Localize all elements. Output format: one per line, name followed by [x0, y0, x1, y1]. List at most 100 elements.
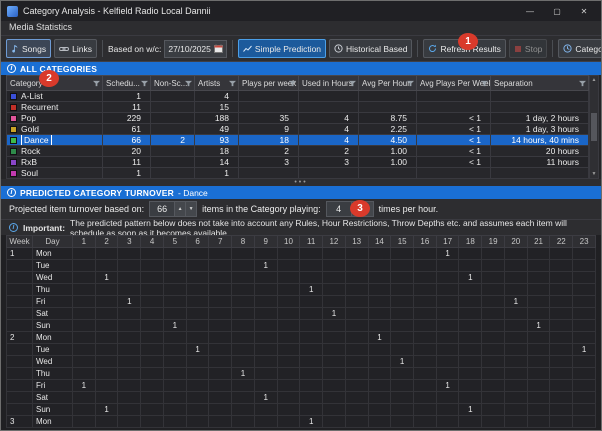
turnover-cell — [162, 355, 187, 368]
filter-icon[interactable] — [185, 80, 192, 87]
cell-avg_plays_per_week: < 1 — [416, 134, 491, 146]
turnover-label-after: times per hour. — [378, 204, 439, 214]
scroll-down-icon[interactable]: ▼ — [592, 171, 597, 177]
turnover-cell — [503, 343, 528, 356]
turnover-cell — [367, 403, 392, 416]
turnover-cell — [572, 259, 596, 272]
links-toggle-button[interactable]: Links — [54, 39, 97, 58]
turnover-cell — [435, 343, 460, 356]
scroll-up-icon[interactable]: ▲ — [592, 77, 597, 83]
category-row-gold[interactable]: Gold 61 49 9 4 2.25 < 11 day, 3 hours — [6, 123, 589, 135]
toolbar-separator — [101, 40, 103, 57]
simple-prediction-button[interactable]: Simple Prediction — [237, 39, 327, 58]
filter-icon[interactable] — [407, 80, 414, 87]
filter-icon[interactable] — [481, 80, 488, 87]
filter-icon[interactable] — [141, 80, 148, 87]
turnover-cell — [253, 343, 278, 356]
column-header-schedu[interactable]: Schedu... — [102, 75, 151, 91]
turnover-cell — [413, 343, 437, 356]
column-header-separation[interactable]: Separation — [490, 75, 589, 91]
turnover-cell — [458, 307, 483, 320]
turnover-cell — [413, 319, 437, 332]
turnover-cell — [140, 403, 164, 416]
turnover-cell — [185, 247, 210, 260]
filter-icon[interactable] — [349, 80, 356, 87]
column-header-artists[interactable]: Artists — [194, 75, 239, 91]
links-label: Links — [72, 43, 92, 54]
minimize-button[interactable]: — — [519, 7, 541, 16]
turnover-cell — [231, 415, 255, 428]
items-count-spinner[interactable]: 66 ▲ ▼ — [149, 201, 198, 217]
turnover-cell — [481, 355, 505, 368]
column-header-plays-per-week[interactable]: Plays per week — [238, 75, 299, 91]
maximize-button[interactable]: ▢ — [546, 7, 568, 16]
grid-column-hour-4: 4 — [140, 235, 164, 248]
day-cell: Sat — [32, 307, 73, 320]
turnover-cell — [367, 295, 392, 308]
spin-down-icon[interactable]: ▼ — [185, 202, 197, 216]
turnover-cell — [117, 307, 142, 320]
items-count-value[interactable]: 66 — [150, 202, 174, 216]
turnover-cell — [276, 403, 301, 416]
column-header-used-in-hours[interactable]: Used in Hours — [298, 75, 359, 91]
category-row-dance[interactable]: Dance 66 2 93 18 4 4.50 < 1 14 hours, 40 mins — [6, 134, 589, 146]
day-cell: Fri — [32, 295, 73, 308]
category-row-rock[interactable]: Rock 20 18 2 2 1.00 < 1 20 hours — [6, 145, 589, 157]
filter-icon[interactable] — [93, 80, 100, 87]
category-row-rxb[interactable]: RxB 11 14 3 3 1.00 < 1 11 hours — [6, 156, 589, 168]
category-color-swatch — [10, 137, 17, 144]
turnover-cell — [231, 271, 255, 284]
turnover-cell — [117, 379, 142, 392]
songs-toggle-button[interactable]: Songs — [6, 39, 52, 58]
historical-based-button[interactable]: Historical Based — [329, 39, 413, 58]
category-color-swatch — [10, 93, 17, 100]
cell-avg_plays_per_week: < 1 — [416, 112, 491, 124]
week-commencing-date-picker[interactable]: 27/10/2025 — [164, 39, 227, 58]
turnover-cell — [253, 331, 278, 344]
close-button[interactable]: ✕ — [573, 7, 595, 16]
grid-column-hour-23: 23 — [572, 235, 596, 248]
column-header-avg-per-hour[interactable]: Avg Per Hour — [358, 75, 417, 91]
turnover-cell — [549, 355, 574, 368]
turnover-cell — [458, 295, 483, 308]
turnover-cell — [140, 247, 164, 260]
turnover-cell — [208, 355, 233, 368]
turnover-cell — [162, 403, 187, 416]
category-name-cell: Soul — [6, 167, 103, 179]
grid-column-hour-14: 14 — [367, 235, 392, 248]
times-per-hour-value[interactable]: 4 — [327, 202, 351, 216]
week-cell — [6, 367, 33, 380]
turnover-cell — [344, 355, 369, 368]
grid-column-hour-6: 6 — [185, 235, 210, 248]
turnover-cell — [185, 307, 210, 320]
turnover-cell — [526, 295, 551, 308]
turnover-cell — [208, 295, 233, 308]
category-row-recurrent[interactable]: Recurrent 11 15 — [6, 101, 589, 113]
turnover-cell — [344, 307, 369, 320]
turnover-cell — [458, 391, 483, 404]
vertical-scrollbar[interactable]: ▲ ▼ — [589, 75, 599, 179]
turnover-cell — [253, 379, 278, 392]
grid-column-hour-7: 7 — [208, 235, 233, 248]
turnover-cell — [572, 283, 596, 296]
menu-media-statistics[interactable]: Media Statistics — [9, 22, 72, 32]
filter-icon[interactable] — [579, 80, 586, 87]
turnover-cell — [481, 319, 505, 332]
turnover-cell — [549, 379, 574, 392]
category-row-soul[interactable]: Soul 1 1 — [6, 167, 589, 179]
spin-up-icon[interactable]: ▲ — [174, 202, 186, 216]
pane-splitter[interactable]: ••• — [1, 179, 601, 186]
filter-icon[interactable] — [289, 80, 296, 87]
cell-avg_per_hour: 4.50 — [358, 134, 417, 146]
column-header-non-sc[interactable]: Non-Sc... — [150, 75, 195, 91]
cell-avg_per_hour: 8.75 — [358, 112, 417, 124]
scrollbar-thumb[interactable] — [591, 113, 597, 141]
category-row-pop[interactable]: Pop 229 188 35 4 8.75 < 11 day, 2 hours — [6, 112, 589, 124]
category-row-a-list[interactable]: A-List 1 4 — [6, 90, 589, 102]
category-history-button[interactable]: Category History — [558, 39, 601, 58]
filter-icon[interactable] — [229, 80, 236, 87]
turnover-cell — [413, 283, 437, 296]
predicted-turnover-title: PREDICTED CATEGORY TURNOVER — [20, 187, 175, 198]
column-header-avg-plays-per-week[interactable]: Avg Plays Per Week — [416, 75, 491, 91]
turnover-cell — [344, 367, 369, 380]
